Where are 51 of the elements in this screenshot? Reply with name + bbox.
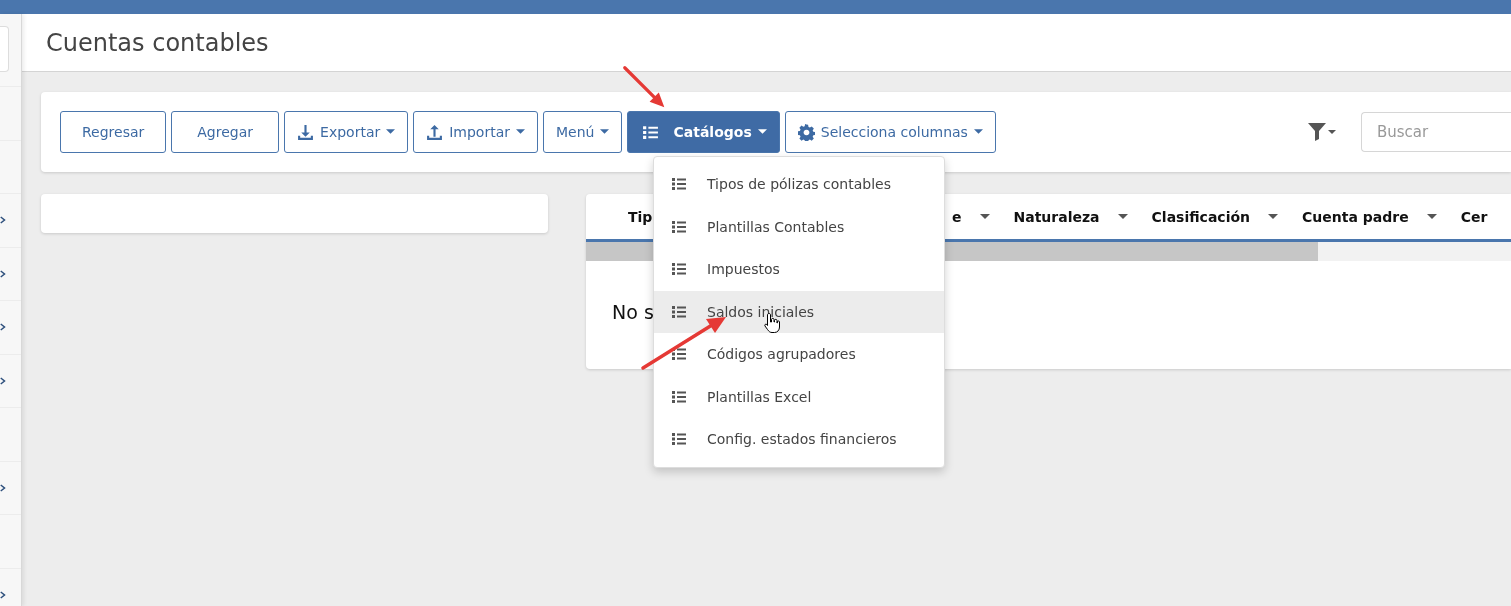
sort-caret-icon[interactable] — [1426, 213, 1437, 220]
list-icon — [670, 218, 688, 235]
toolbar-button[interactable]: Regresar — [60, 111, 167, 153]
menu-item[interactable]: Plantillas Excel — [654, 375, 944, 418]
list-icon — [670, 431, 688, 448]
column-header[interactable]: Cer — [1460, 208, 1488, 225]
sort-caret-icon[interactable] — [1117, 213, 1128, 220]
upload-icon — [426, 123, 444, 141]
toolbar-button[interactable]: Exportar — [284, 111, 409, 153]
caret-icon — [973, 129, 983, 135]
chevron-icon[interactable] — [0, 375, 6, 386]
toolbar-button[interactable]: Catálogos — [627, 111, 780, 153]
toolbar-button[interactable]: Importar — [413, 111, 539, 153]
list-icon — [670, 346, 688, 363]
toolbar-button[interactable]: Agregar — [171, 111, 280, 153]
toolbar-button[interactable]: Selecciona columnas — [784, 111, 996, 153]
download-icon — [297, 123, 315, 141]
caret-icon — [386, 129, 396, 135]
caret-icon — [600, 129, 610, 135]
caret-icon — [757, 129, 767, 135]
column-header[interactable]: Cuenta padre — [1302, 208, 1409, 225]
column-header[interactable]: Tip — [628, 208, 653, 225]
menu-item[interactable]: Tipos de pólizas contables — [654, 163, 944, 206]
settings-icon — [797, 123, 815, 141]
chevron-icon[interactable] — [0, 589, 6, 600]
list-icon — [670, 303, 688, 320]
column-header[interactable]: e — [952, 208, 962, 225]
menu-item[interactable]: Config. estados financieros — [654, 418, 944, 461]
list-icon — [670, 261, 688, 278]
search-field[interactable]: Buscar — [1361, 112, 1511, 152]
sidebar-field[interactable] — [0, 26, 9, 72]
page-title: Cuentas contables — [46, 28, 269, 57]
chevron-icon[interactable] — [0, 482, 6, 493]
menu-item[interactable]: Impuestos — [654, 248, 944, 291]
list-icon — [670, 176, 688, 193]
toolbar-button[interactable]: Menú — [543, 111, 623, 153]
chevron-icon[interactable] — [0, 322, 6, 333]
sort-caret-icon[interactable] — [979, 213, 990, 220]
list-icon — [670, 388, 688, 405]
chevron-icon[interactable] — [0, 215, 6, 226]
menu-item[interactable]: Códigos agrupadores — [654, 333, 944, 376]
menu-item[interactable]: Saldos iniciales — [654, 290, 944, 333]
empty-message: No s — [612, 301, 654, 323]
filter-icon[interactable] — [1308, 123, 1336, 141]
list-icon — [642, 123, 660, 141]
column-header[interactable]: Naturaleza — [1013, 208, 1100, 225]
chevron-icon[interactable] — [0, 268, 6, 279]
sort-caret-icon[interactable] — [1268, 213, 1279, 220]
menu-item[interactable]: Plantillas Contables — [654, 205, 944, 248]
caret-icon — [516, 129, 526, 135]
column-header[interactable]: Clasificación — [1151, 208, 1251, 225]
